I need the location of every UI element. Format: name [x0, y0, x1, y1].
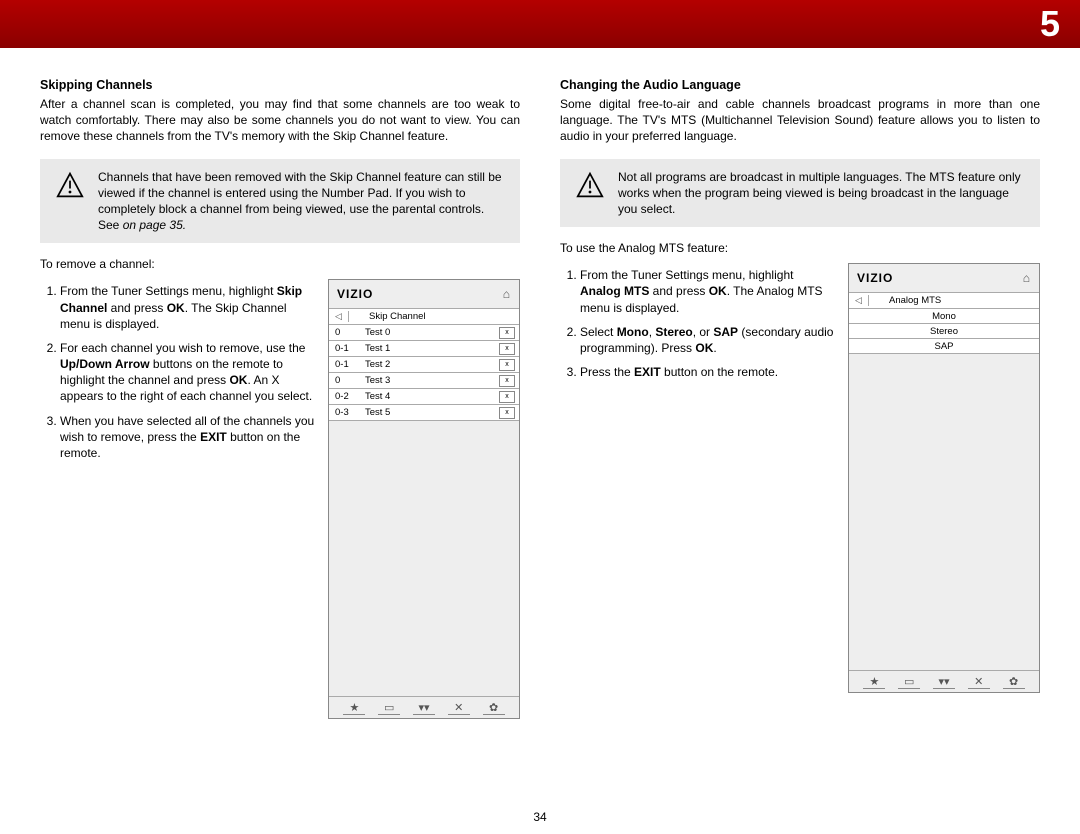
- heading-skipping: Skipping Channels: [40, 78, 520, 92]
- checkbox-icon: x: [499, 359, 515, 371]
- warning-icon: [56, 171, 84, 199]
- back-icon: ◁: [849, 295, 869, 306]
- gear-icon: ✿: [1003, 675, 1025, 689]
- checkbox-icon: x: [499, 407, 515, 419]
- table-row: 0 Test 3 x: [329, 373, 519, 389]
- table-row: 0-1 Test 1 x: [329, 341, 519, 357]
- panel-footer: ★ ▭ ▾▾ ✕ ✿: [329, 696, 519, 718]
- heading-audio: Changing the Audio Language: [560, 78, 1040, 92]
- step-1: From the Tuner Settings menu, highlight …: [580, 267, 836, 316]
- panel-title: Skip Channel: [349, 311, 426, 322]
- step-3: When you have selected all of the channe…: [60, 413, 316, 462]
- lead-remove: To remove a channel:: [40, 257, 520, 271]
- chevron-down-icon: ▾▾: [933, 675, 955, 689]
- split-right: From the Tuner Settings menu, highlight …: [560, 263, 1040, 693]
- list-item: Stereo: [849, 324, 1039, 339]
- infobox-text: Not all programs are broadcast in multip…: [618, 169, 1024, 218]
- skip-channel-panel: VIZIO ⌂ ◁ Skip Channel 0 Test 0 x 0-1: [328, 279, 520, 719]
- star-icon: ★: [343, 701, 365, 715]
- chevron-down-icon: ▾▾: [413, 701, 435, 715]
- panel-header: VIZIO ⌂: [849, 264, 1039, 292]
- lead-mts: To use the Analog MTS feature:: [560, 241, 1040, 255]
- mts-panel-wrap: VIZIO ⌂ ◁ Analog MTS Mono Stereo SAP ★ ▭…: [848, 263, 1040, 693]
- screen-icon: ▭: [378, 701, 400, 715]
- steps-right: From the Tuner Settings menu, highlight …: [560, 263, 836, 693]
- list-item: Mono: [849, 309, 1039, 324]
- intro-skipping: After a channel scan is completed, you m…: [40, 96, 520, 145]
- panel-header: VIZIO ⌂: [329, 280, 519, 308]
- skip-panel-wrap: VIZIO ⌂ ◁ Skip Channel 0 Test 0 x 0-1: [328, 279, 520, 719]
- brand-logo: VIZIO: [337, 287, 373, 301]
- checkbox-icon: x: [499, 343, 515, 355]
- analog-mts-panel: VIZIO ⌂ ◁ Analog MTS Mono Stereo SAP ★ ▭…: [848, 263, 1040, 693]
- panel-title-row: ◁ Skip Channel: [329, 308, 519, 325]
- steps-left: From the Tuner Settings menu, highlight …: [40, 279, 316, 719]
- home-icon: ⌂: [503, 287, 511, 301]
- right-column: Changing the Audio Language Some digital…: [560, 78, 1040, 719]
- checkbox-icon: x: [499, 327, 515, 339]
- checkbox-icon: x: [499, 391, 515, 403]
- brand-logo: VIZIO: [857, 271, 893, 285]
- close-icon: ✕: [968, 675, 990, 689]
- checkbox-icon: x: [499, 375, 515, 387]
- table-row: 0 Test 0 x: [329, 325, 519, 341]
- step-1: From the Tuner Settings menu, highlight …: [60, 283, 316, 332]
- step-3: Press the EXIT button on the remote.: [580, 364, 836, 380]
- infobox-mts: Not all programs are broadcast in multip…: [560, 159, 1040, 228]
- step-2: Select Mono, Stereo, or SAP (secondary a…: [580, 324, 836, 356]
- back-icon: ◁: [329, 311, 349, 322]
- screen-icon: ▭: [898, 675, 920, 689]
- intro-audio: Some digital free-to-air and cable chann…: [560, 96, 1040, 145]
- panel-title-row: ◁ Analog MTS: [849, 292, 1039, 309]
- header-bar: 5: [0, 0, 1080, 48]
- panel-title: Analog MTS: [869, 295, 941, 306]
- table-row: 0-2 Test 4 x: [329, 389, 519, 405]
- table-row: 0-1 Test 2 x: [329, 357, 519, 373]
- table-row: 0-3 Test 5 x: [329, 405, 519, 421]
- split-left: From the Tuner Settings menu, highlight …: [40, 279, 520, 719]
- home-icon: ⌂: [1023, 271, 1031, 285]
- star-icon: ★: [863, 675, 885, 689]
- gear-icon: ✿: [483, 701, 505, 715]
- close-icon: ✕: [448, 701, 470, 715]
- left-column: Skipping Channels After a channel scan i…: [40, 78, 520, 719]
- chapter-number: 5: [1040, 3, 1060, 45]
- step-2: For each channel you wish to remove, use…: [60, 340, 316, 405]
- page-number: 34: [0, 810, 1080, 824]
- infobox-skip: Channels that have been removed with the…: [40, 159, 520, 244]
- warning-icon: [576, 171, 604, 199]
- list-item: SAP: [849, 339, 1039, 354]
- infobox-text: Channels that have been removed with the…: [98, 169, 504, 234]
- panel-footer: ★ ▭ ▾▾ ✕ ✿: [849, 670, 1039, 692]
- page-content: Skipping Channels After a channel scan i…: [0, 48, 1080, 719]
